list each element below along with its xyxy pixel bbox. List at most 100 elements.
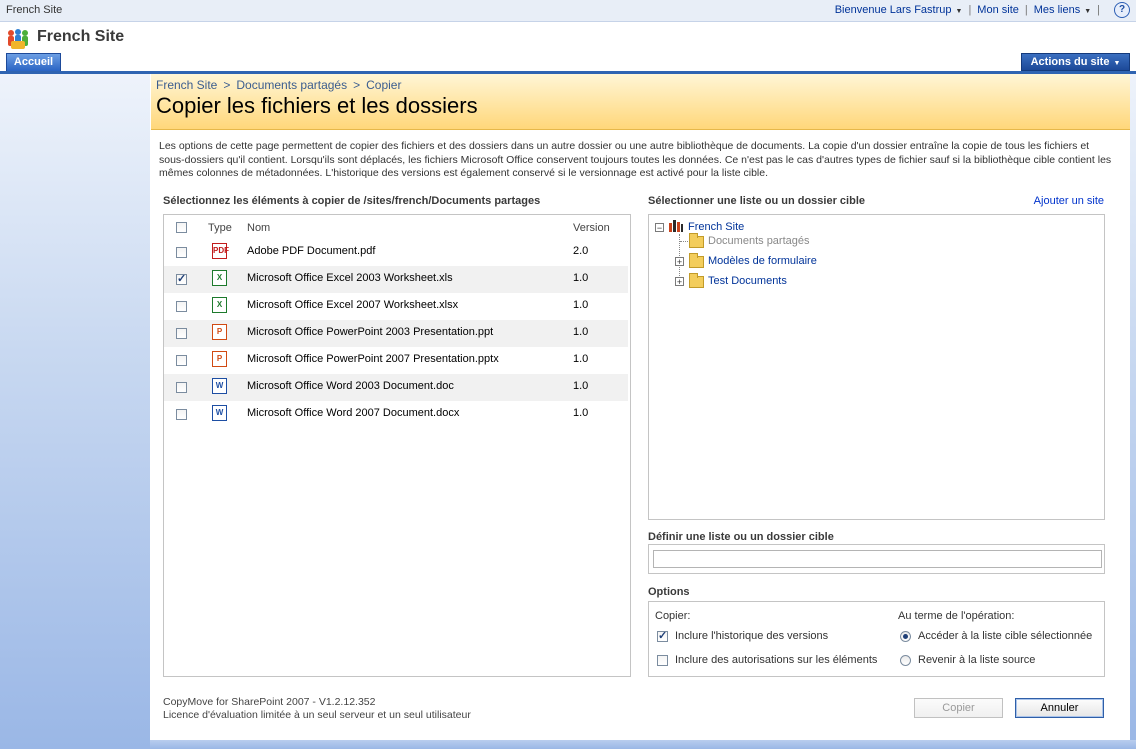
table-row[interactable]: P Microsoft Office PowerPoint 2003 Presen…	[164, 320, 628, 347]
xls-file-icon: X	[212, 297, 227, 313]
folder-icon	[689, 253, 704, 268]
after-operation-label: Au terme de l'opération:	[898, 610, 1015, 622]
table-row[interactable]: X Microsoft Office Excel 2007 Worksheet.x…	[164, 293, 628, 320]
ppt-file-icon: P	[212, 324, 227, 340]
row-checkbox[interactable]	[176, 328, 187, 339]
tree-node-modeles-formulaire[interactable]: Modèles de formulaire	[708, 255, 817, 267]
breadcrumb-item[interactable]: French Site	[156, 78, 217, 92]
define-target-title: Définir une liste ou un dossier cible	[648, 531, 834, 543]
separator: |	[968, 4, 972, 16]
go-to-target-radio[interactable]	[900, 631, 911, 642]
my-links-label: Mes liens	[1033, 4, 1081, 16]
copy-button[interactable]: Copier	[914, 698, 1003, 718]
file-name: Microsoft Office Excel 2007 Worksheet.xl…	[247, 299, 459, 311]
row-checkbox[interactable]	[176, 247, 187, 258]
site-icon	[669, 220, 683, 232]
table-row[interactable]: W Microsoft Office Word 2007 Document.doc…	[164, 401, 628, 428]
product-info: CopyMove for SharePoint 2007 - V1.2.12.3…	[163, 696, 471, 722]
table-row[interactable]: PDF Adobe PDF Document.pdf 2.0	[164, 239, 628, 266]
file-version: 1.0	[573, 353, 589, 365]
row-checkbox[interactable]	[176, 409, 187, 420]
chevron-down-icon: ▼	[1084, 8, 1092, 15]
folder-icon	[689, 233, 704, 248]
main-content: Les options de cette page permettent de …	[151, 130, 1130, 740]
options-box: Copier: Inclure l'historique des version…	[648, 601, 1105, 677]
expand-icon[interactable]: +	[675, 277, 684, 287]
file-version: 1.0	[573, 380, 589, 392]
file-version: 1.0	[573, 272, 589, 284]
file-version: 1.0	[573, 326, 589, 338]
copy-options-label: Copier:	[655, 610, 691, 622]
tree-node-documents-partages: Documents partagés	[708, 235, 810, 247]
help-icon[interactable]: ?	[1114, 2, 1130, 18]
pdf-file-icon: PDF	[212, 243, 229, 259]
site-actions-label: Actions du site	[1030, 56, 1110, 68]
my-links-menu[interactable]: Mes liens ▼	[1034, 4, 1091, 16]
options-title: Options	[648, 586, 690, 598]
file-name: Adobe PDF Document.pdf	[247, 245, 376, 257]
breadcrumb: French Site > Documents partagés > Copier	[156, 78, 401, 92]
bottom-gutter	[150, 740, 1136, 749]
doc-file-icon: W	[212, 405, 227, 421]
table-row[interactable]: P Microsoft Office PowerPoint 2007 Presen…	[164, 347, 628, 374]
tab-home[interactable]: Accueil	[6, 53, 61, 71]
go-to-target-label[interactable]: Accéder à la liste cible sélectionnée	[918, 630, 1092, 642]
expand-icon[interactable]: +	[675, 257, 684, 267]
column-header-name: Nom	[247, 222, 271, 234]
site-actions-menu[interactable]: Actions du site ▼	[1021, 53, 1130, 71]
site-title[interactable]: French Site	[37, 28, 124, 46]
add-site-link[interactable]: Ajouter un site	[1034, 195, 1104, 207]
product-version: CopyMove for SharePoint 2007 - V1.2.12.3…	[163, 696, 376, 708]
welcome-label: Bienvenue Lars Fastrup	[834, 4, 952, 16]
xls-file-icon: X	[212, 270, 227, 286]
right-gutter	[1130, 74, 1136, 749]
include-history-label[interactable]: Inclure l'historique des versions	[675, 630, 828, 642]
chevron-down-icon: ▼	[1113, 60, 1121, 67]
tab-bar: Accueil Actions du site ▼	[0, 53, 1136, 74]
breadcrumb-separator: >	[223, 78, 231, 92]
row-checkbox[interactable]	[176, 355, 187, 366]
separator: |	[1024, 4, 1028, 16]
people-icon	[8, 29, 28, 49]
column-header-type: Type	[208, 222, 232, 234]
doc-file-icon: W	[212, 378, 227, 394]
tree-node-root[interactable]: French Site	[688, 221, 744, 233]
license-info: Licence d'évaluation limitée à un seul s…	[163, 709, 471, 721]
source-section-title: Sélectionnez les éléments à copier de /s…	[163, 195, 541, 207]
row-checkbox[interactable]	[176, 382, 187, 393]
file-name: Microsoft Office PowerPoint 2003 Present…	[247, 326, 494, 338]
file-name: Microsoft Office Word 2003 Document.doc	[247, 380, 454, 392]
file-version: 2.0	[573, 245, 589, 257]
target-input-box	[648, 544, 1105, 574]
file-list-header: Type Nom Version	[164, 215, 628, 239]
global-site-link[interactable]: French Site	[6, 4, 62, 16]
my-site-link[interactable]: Mon site	[977, 4, 1019, 16]
include-history-checkbox[interactable]	[657, 629, 668, 642]
page-description: Les options de cette page permettent de …	[159, 140, 1112, 179]
table-row[interactable]: W Microsoft Office Word 2003 Document.doc…	[164, 374, 628, 401]
select-all-checkbox[interactable]	[176, 222, 187, 233]
left-navigation	[0, 74, 150, 749]
cancel-button[interactable]: Annuler	[1015, 698, 1104, 718]
row-checkbox[interactable]	[176, 272, 187, 285]
file-name: Microsoft Office Word 2007 Document.docx	[247, 407, 460, 419]
ppt-file-icon: P	[212, 351, 227, 367]
welcome-menu[interactable]: Bienvenue Lars Fastrup ▼	[835, 4, 963, 16]
collapse-icon[interactable]: −	[655, 223, 664, 233]
file-name: Microsoft Office Excel 2003 Worksheet.xl…	[247, 272, 453, 284]
site-header: French Site	[0, 22, 1136, 53]
breadcrumb-item[interactable]: Documents partagés	[236, 78, 347, 92]
row-checkbox[interactable]	[176, 301, 187, 312]
page-title: Copier les fichiers et les dossiers	[156, 93, 478, 118]
tree-node-test-documents[interactable]: Test Documents	[708, 275, 787, 287]
include-permissions-label[interactable]: Inclure des autorisations sur les élémen…	[675, 654, 877, 666]
global-bar: French Site Bienvenue Lars Fastrup ▼ | Mo…	[0, 0, 1136, 22]
table-row[interactable]: X Microsoft Office Excel 2003 Worksheet.x…	[164, 266, 628, 293]
include-permissions-checkbox[interactable]	[657, 655, 668, 666]
tree-connector	[680, 241, 688, 242]
global-links: Bienvenue Lars Fastrup ▼ | Mon site | Mes…	[835, 2, 1130, 18]
target-path-input[interactable]	[653, 550, 1102, 568]
return-source-label[interactable]: Revenir à la liste source	[918, 654, 1035, 666]
folder-icon	[689, 273, 704, 288]
return-source-radio[interactable]	[900, 655, 911, 666]
